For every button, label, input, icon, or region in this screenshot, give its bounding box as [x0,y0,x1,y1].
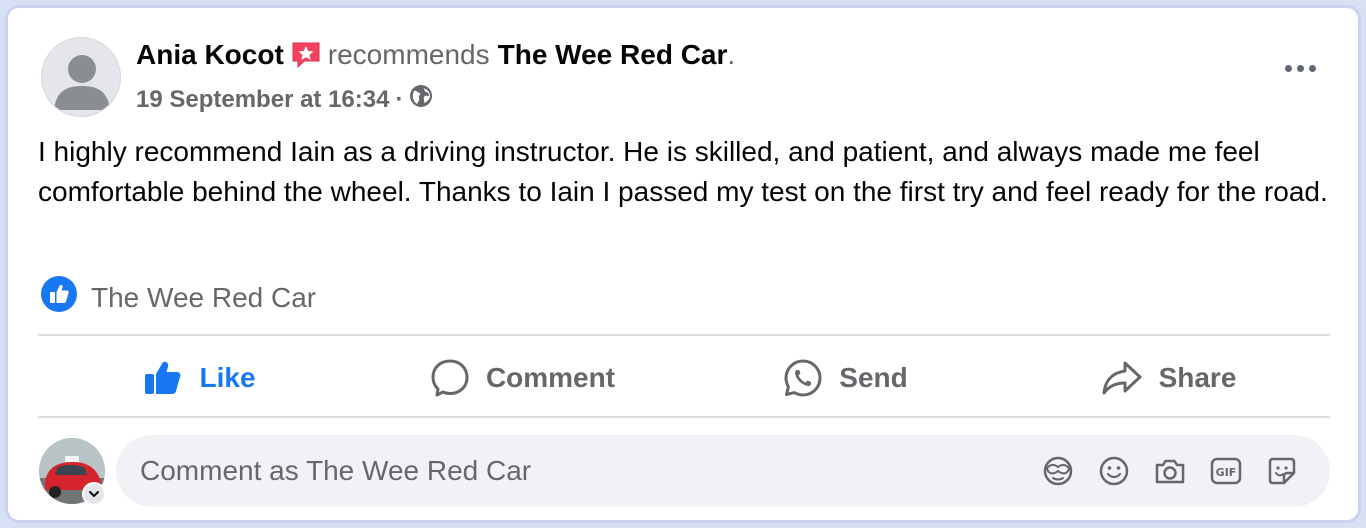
send-button[interactable]: Send [684,338,1007,418]
like-button[interactable]: Like [38,338,361,418]
page-link[interactable]: The Wee Red Car [498,39,728,71]
share-label: Share [1158,362,1237,393]
divider [38,416,1330,418]
like-icon [145,361,181,394]
divider [38,334,1330,336]
send-label: Send [839,362,908,393]
more-options-icon[interactable] [1278,56,1322,80]
reaction-name: The Wee Red Car [91,281,317,313]
globe-icon[interactable] [409,84,433,115]
recommends-text: recommends [327,39,490,70]
post-header: Ania Kocot recommends The Wee Red Car . [136,39,735,71]
reaction-summary[interactable]: The Wee Red Car [41,276,316,319]
action-bar: Like Comment Send Share [38,338,1330,418]
sticker-icon[interactable] [1264,453,1300,489]
comment-label: Comment [485,362,616,393]
post-timestamp[interactable]: 19 September at 16:34 [136,86,389,114]
comment-placeholder: Comment as The Wee Red Car [140,455,532,486]
comment-button[interactable]: Comment [361,338,684,418]
comment-tools: GIF [1040,453,1300,489]
recommendation-star-icon [290,39,322,71]
like-reaction-icon [41,276,77,319]
comment-icon [431,359,469,397]
gif-icon[interactable]: GIF [1208,453,1244,489]
like-label: Like [199,362,256,393]
share-button[interactable]: Share [1007,338,1330,418]
meta-separator: · [395,85,404,113]
author-avatar[interactable] [41,37,121,117]
camera-icon[interactable] [1152,453,1188,489]
avatar-sticker-icon[interactable] [1040,453,1076,489]
post-body: I highly recommend Iain as a driving ins… [38,136,1328,207]
share-icon [1102,361,1142,395]
header-period: . [727,39,736,70]
svg-text:GIF: GIF [1216,466,1237,479]
post-meta: 19 September at 16:34 · [136,84,433,115]
send-icon [784,359,822,397]
chevron-down-icon[interactable] [82,482,106,506]
author-name[interactable]: Ania Kocot [136,39,284,71]
comment-input[interactable]: Comment as The Wee Red Car GIF [116,435,1330,507]
post-card: Ania Kocot recommends The Wee Red Car . … [5,5,1361,523]
emoji-icon[interactable] [1096,453,1132,489]
